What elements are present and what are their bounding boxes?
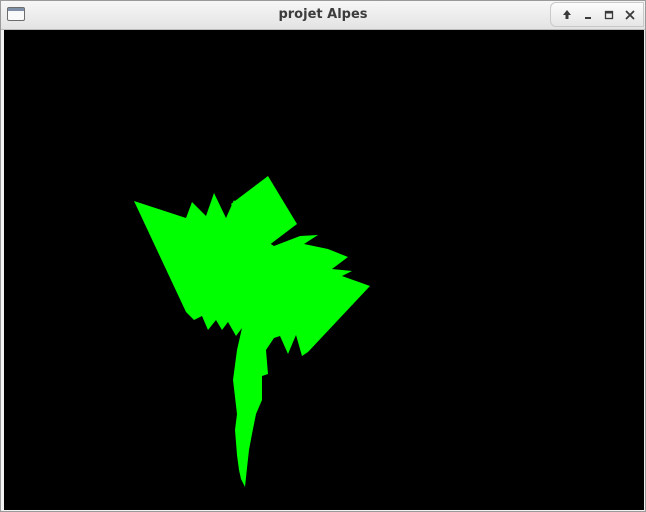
maximize-icon[interactable] <box>601 7 617 23</box>
minimize-icon[interactable] <box>580 7 596 23</box>
window-controls <box>550 2 644 27</box>
close-icon[interactable] <box>622 7 638 23</box>
app-window: projet Alpes <box>0 0 646 512</box>
window-title: projet Alpes <box>278 7 368 22</box>
render-canvas[interactable] <box>4 30 644 510</box>
shade-icon[interactable] <box>559 7 575 23</box>
title-bar[interactable]: projet Alpes <box>1 1 645 30</box>
